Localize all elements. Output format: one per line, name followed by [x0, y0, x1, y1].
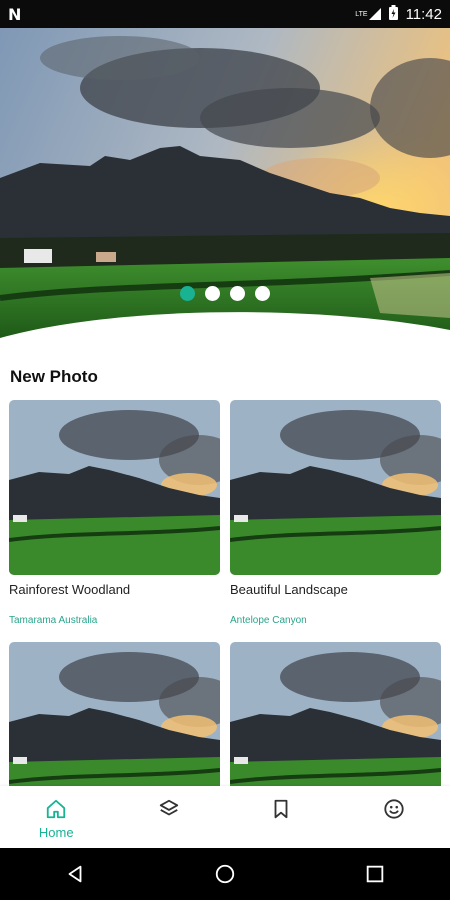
- photo-card[interactable]: Beautiful Landscape Antelope Canyon: [230, 400, 441, 626]
- nav-profile[interactable]: [344, 786, 444, 820]
- carousel-dots[interactable]: [0, 286, 450, 301]
- battery-icon: [388, 4, 398, 24]
- carousel-dot-1[interactable]: [180, 286, 195, 301]
- photo-thumbnail[interactable]: [9, 400, 220, 575]
- nav-home-label: Home: [38, 825, 74, 840]
- notification-n-icon: N: [8, 4, 22, 24]
- nav-bookmarks[interactable]: [231, 786, 331, 820]
- carousel-dot-2[interactable]: [205, 286, 220, 301]
- back-icon[interactable]: [64, 863, 86, 885]
- nav-home[interactable]: Home: [6, 786, 106, 840]
- bookmark-icon: [274, 799, 288, 819]
- photo-title: Beautiful Landscape: [230, 582, 348, 597]
- section-title: New Photo: [10, 367, 98, 386]
- photo-card[interactable]: Rainforest Woodland Tamarama Australia: [9, 400, 220, 626]
- home-icon: [47, 799, 66, 819]
- status-time: 11:42: [405, 5, 442, 23]
- smiley-icon: [384, 799, 404, 819]
- photo-thumbnail[interactable]: [230, 400, 441, 575]
- system-navigation-bar: [0, 848, 450, 900]
- home-circle-icon[interactable]: [214, 863, 236, 885]
- carousel-dot-4[interactable]: [255, 286, 270, 301]
- recents-icon[interactable]: [364, 863, 386, 885]
- lte-signal-icon: LTE: [355, 8, 381, 20]
- nav-layers[interactable]: [119, 786, 219, 820]
- bottom-navigation: Home: [0, 786, 450, 848]
- photo-location: Antelope Canyon: [230, 615, 307, 626]
- carousel-dot-3[interactable]: [230, 286, 245, 301]
- layers-icon: [159, 799, 178, 816]
- photo-location: Tamarama Australia: [9, 615, 98, 626]
- photo-title: Rainforest Woodland: [9, 582, 131, 597]
- status-bar: N LTE 11:42: [0, 0, 450, 28]
